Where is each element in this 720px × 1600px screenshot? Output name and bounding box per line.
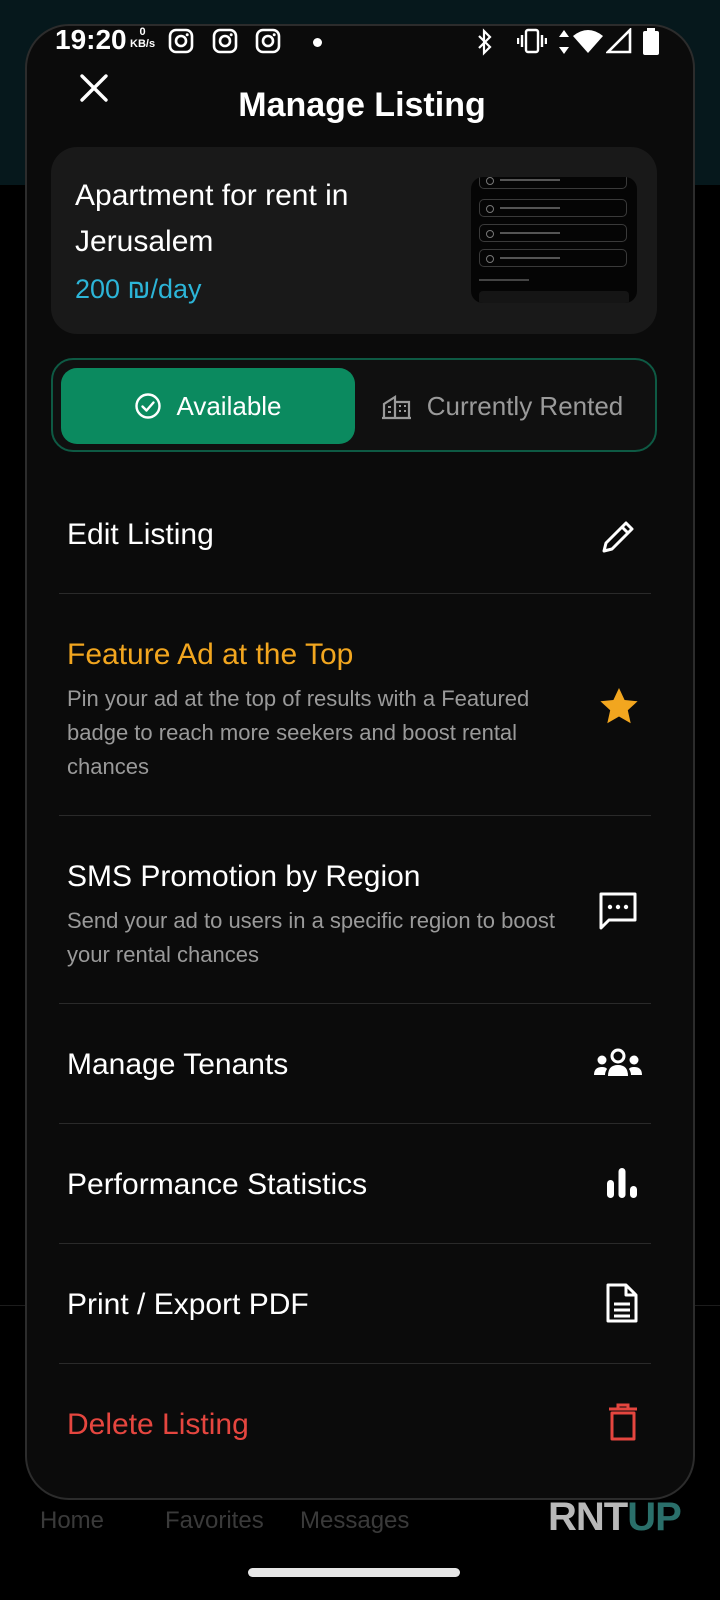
instagram-icon: [168, 28, 194, 54]
status-available-label: Available: [176, 390, 282, 421]
sms-icon: [597, 890, 639, 932]
instagram-icon: [255, 28, 281, 54]
print-export-label: Print / Export PDF: [67, 1288, 309, 1321]
thumbnail-footer: [479, 291, 629, 303]
building-icon: [381, 394, 411, 420]
status-rented-option[interactable]: Currently Rented: [355, 368, 649, 444]
edit-listing-label: Edit Listing: [67, 518, 214, 551]
logo-part-1: RNT: [548, 1495, 628, 1539]
performance-statistics-label: Performance Statistics: [67, 1168, 368, 1201]
sms-promotion-description: Send your ad to users in a specific regi…: [67, 908, 555, 967]
bg-nav-favorites: Favorites: [165, 1507, 264, 1534]
signal-icon: [606, 28, 632, 54]
manage-tenants-item[interactable]: Manage Tenants: [59, 1004, 651, 1124]
feature-ad-item[interactable]: Feature Ad at the Top Pin your ad at the…: [59, 594, 651, 816]
screen: Home Favorites Messages 19:20 0 KB/s Man…: [0, 0, 720, 1600]
thumbnail-row: [479, 249, 627, 267]
manage-listing-sheet: Manage Listing Apartment for rent in Jer…: [25, 24, 695, 1500]
print-export-item[interactable]: Print / Export PDF: [59, 1244, 651, 1364]
data-arrows-icon: [559, 30, 569, 54]
performance-statistics-item[interactable]: Performance Statistics: [59, 1124, 651, 1244]
instagram-icon: [212, 28, 238, 54]
bg-nav-home: Home: [40, 1507, 105, 1534]
status-available-option[interactable]: Available: [61, 368, 355, 444]
bar-chart-icon: [605, 1166, 639, 1200]
status-time: 19:20: [55, 24, 127, 55]
sheet-title: Manage Listing: [238, 86, 486, 124]
feature-ad-description: Pin your ad at the top of results with a…: [67, 686, 530, 779]
logo-part-2: UP: [627, 1495, 682, 1539]
feature-ad-label: Feature Ad at the Top: [67, 638, 354, 671]
network-speed-value: 0: [139, 26, 146, 38]
status-bar: 19:20 0 KB/s: [0, 0, 720, 60]
listing-thumbnail: [471, 177, 637, 303]
pencil-icon: [599, 516, 639, 556]
listing-price: 200 ₪/day: [75, 274, 202, 304]
home-indicator[interactable]: [248, 1568, 460, 1577]
vibrate-icon: [517, 28, 547, 54]
document-icon: [605, 1282, 639, 1324]
delete-listing-label: Delete Listing: [67, 1408, 249, 1441]
manage-tenants-label: Manage Tenants: [67, 1048, 289, 1081]
delete-listing-item[interactable]: Delete Listing: [59, 1364, 651, 1484]
trash-icon: [607, 1402, 639, 1442]
thumbnail-row: [479, 224, 627, 242]
battery-icon: [643, 28, 659, 55]
status-toggle: Available Currently Rented: [51, 358, 657, 452]
bg-nav-messages: Messages: [300, 1507, 410, 1534]
listing-card: Apartment for rent in Jerusalem 200 ₪/da…: [51, 147, 657, 334]
thumbnail-row: [479, 177, 627, 189]
network-speed: 0 KB/s: [130, 26, 155, 50]
sms-promotion-item[interactable]: SMS Promotion by Region Send your ad to …: [59, 816, 651, 1004]
thumbnail-caption: [479, 279, 529, 281]
wifi-icon: [573, 30, 603, 53]
thumbnail-row: [479, 199, 627, 217]
sms-promotion-label: SMS Promotion by Region: [67, 860, 421, 893]
status-rented-label: Currently Rented: [426, 390, 624, 421]
star-icon: [599, 687, 639, 725]
notification-dot: [313, 38, 322, 47]
listing-title: Apartment for rent in Jerusalem: [75, 179, 349, 258]
bluetooth-icon: [478, 28, 492, 56]
network-speed-unit: KB/s: [130, 38, 156, 50]
people-icon: [593, 1048, 643, 1080]
check-circle-icon: [135, 393, 162, 419]
rntup-logo: RNTUP: [548, 1495, 682, 1540]
edit-listing-item[interactable]: Edit Listing: [59, 474, 651, 594]
